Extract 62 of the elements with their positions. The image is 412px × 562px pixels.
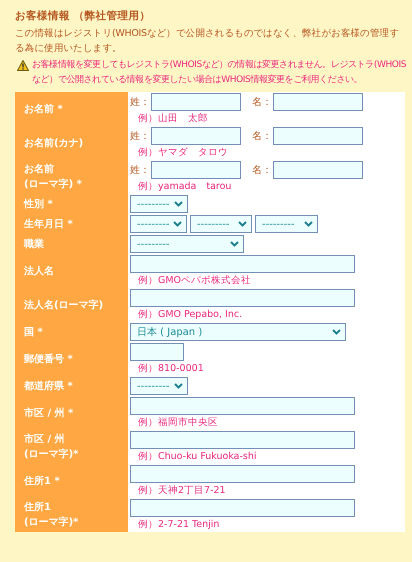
input-field[interactable] [130, 343, 184, 361]
input-field[interactable] [151, 127, 241, 145]
field-label: 郵便番号 * [15, 342, 128, 376]
example-hint: 例）yamada tarou [137, 180, 232, 194]
input-field[interactable] [130, 499, 355, 517]
select-field[interactable]: --------- [130, 377, 188, 395]
field-label: お名前(カナ) [15, 126, 128, 160]
input-field[interactable] [130, 255, 355, 273]
field-label: 職業 [15, 234, 128, 254]
field-label: 住所1 * [15, 464, 128, 498]
chevron-icon [174, 383, 183, 389]
field-label: お名前 * [15, 92, 128, 126]
field-prefix: 名： [252, 96, 272, 110]
warning-icon [17, 60, 29, 71]
field-label: お名前 (ローマ字) * [15, 160, 128, 194]
input-field[interactable] [151, 93, 241, 111]
chevron-icon [174, 201, 183, 207]
field-prefix: 姓： [130, 96, 150, 110]
input-field[interactable] [273, 161, 363, 179]
input-field[interactable] [130, 397, 355, 415]
chevron-icon [304, 221, 313, 227]
input-field[interactable] [273, 127, 363, 145]
example-hint: 例）天神2丁目7-21 [137, 484, 227, 498]
chevron-icon [173, 221, 182, 227]
input-field[interactable] [130, 465, 355, 483]
example-hint: 例）山田 太郎 [137, 112, 209, 126]
field-prefix: 名： [252, 130, 272, 144]
description-text: この情報はレジストリ(WHOISなど）で公開されるものではなく、弊社がお客様の管理する為に使用いたします。 [15, 27, 400, 56]
field-label: 国 * [15, 322, 128, 342]
select-field[interactable]: --------- [130, 195, 188, 213]
example-hint: 例）Chuo-ku Fukuoka-shi [137, 450, 258, 464]
example-hint: 例）2-7-21 Tenjin [137, 518, 220, 532]
field-label: 住所1 (ローマ字)* [15, 498, 128, 532]
field-label: 生年月日 * [15, 214, 128, 234]
select-field[interactable]: --------- [190, 215, 252, 233]
select-field[interactable]: 日本 ( Japan ) [130, 323, 346, 341]
field-label: 市区 / 州 * [15, 396, 128, 430]
select-field[interactable]: --------- [255, 215, 318, 233]
example-hint: 例）福岡市中央区 [137, 416, 219, 430]
warning-text: お客様情報を変更してもレジストラ(WHOISなど）の情報は変更されません。レジストラ(WHOISなど）で公開されている情報を変更したい場合はWHOIS情報変更をご利用ください。 [32, 58, 408, 87]
input-field[interactable] [130, 431, 355, 449]
input-field[interactable] [130, 289, 355, 307]
field-prefix: 名： [252, 164, 272, 178]
input-field[interactable] [273, 93, 363, 111]
example-hint: 例）GMO Pepabo, Inc. [137, 308, 244, 322]
example-hint: 例）GMOペパボ株式会社 [137, 274, 252, 288]
chevron-icon [238, 221, 247, 227]
field-label: 都道府県 * [15, 376, 128, 396]
example-hint: 例）ヤマダ タロウ [137, 146, 229, 160]
field-label: 法人名(ローマ字) [15, 288, 128, 322]
field-label: 性別 * [15, 194, 128, 214]
field-label: 法人名 [15, 254, 128, 288]
select-field[interactable]: --------- [130, 215, 187, 233]
chevron-icon [230, 241, 239, 247]
section-title: お客様情報 （弊社管理用） [15, 8, 152, 24]
field-prefix: 姓： [130, 130, 150, 144]
input-field[interactable] [151, 161, 241, 179]
field-label: 市区 / 州 (ローマ字)* [15, 430, 128, 464]
example-hint: 例）810-0001 [137, 362, 205, 376]
chevron-icon [332, 329, 341, 335]
select-field[interactable]: --------- [130, 235, 244, 253]
field-prefix: 姓： [130, 164, 150, 178]
